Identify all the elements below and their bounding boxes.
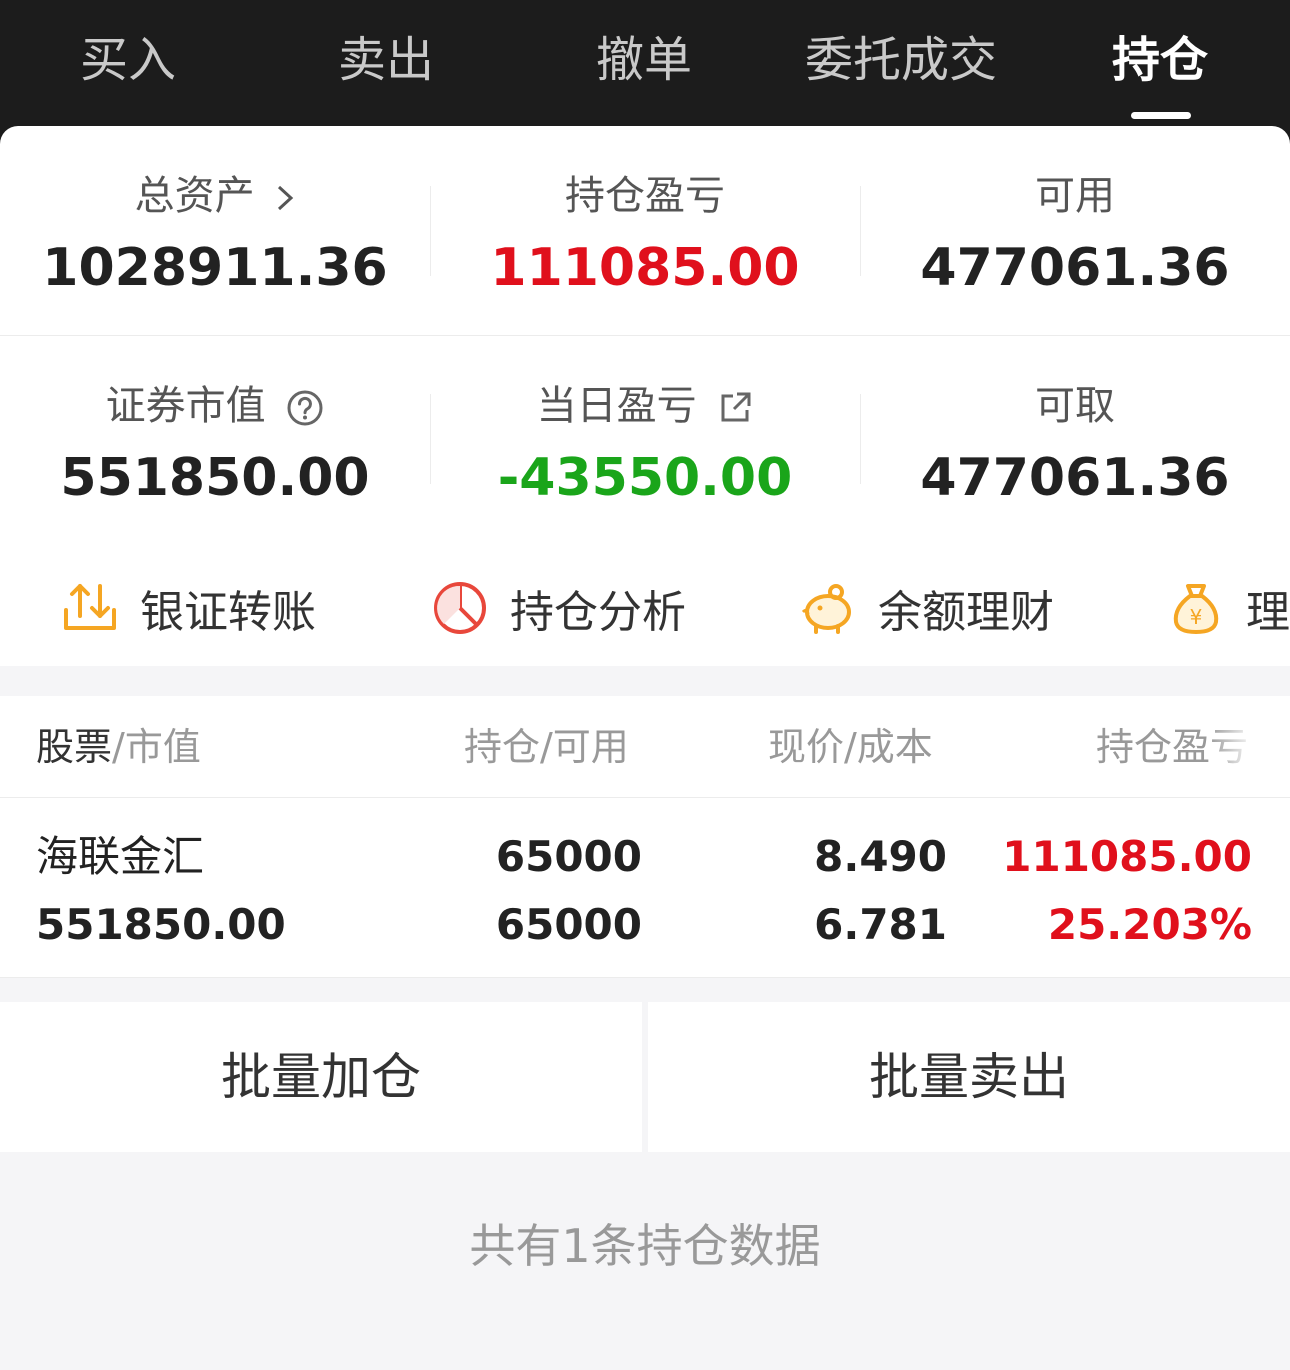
daily-pnl[interactable]: 当日盈亏 -43550.00	[430, 336, 860, 546]
available-value: 477061.36	[920, 238, 1230, 298]
tab-orders-trades[interactable]: 委托成交	[801, 30, 1001, 90]
transfer-icon	[64, 584, 116, 630]
market-value-value: 551850.00	[60, 448, 370, 508]
money-bag-icon: ¥	[1173, 584, 1219, 634]
position-analysis-label: 持仓分析	[510, 587, 686, 638]
total-assets-label: 总资产	[134, 173, 255, 219]
wealth-management-button[interactable]: ¥ 理财	[1168, 576, 1290, 640]
holdings-count-text: 共有1条持仓数据	[469, 1219, 821, 1273]
help-circle-icon[interactable]	[286, 389, 324, 427]
stock-available: 65000	[495, 900, 642, 949]
daily-pnl-value: -43550.00	[497, 448, 793, 508]
batch-add-button[interactable]: 批量加仓	[0, 1002, 642, 1152]
stock-pnl-percent: 25.203%	[1047, 900, 1252, 949]
header-price-cost: 现价/成本	[768, 725, 933, 769]
available-funds: 可用 477061.36	[860, 126, 1290, 336]
top-tab-bar: 买入 卖出 撤单 委托成交 持仓	[0, 0, 1290, 130]
withdrawable-label: 可取	[1035, 383, 1115, 429]
trading-page: 买入 卖出 撤单 委托成交 持仓 总资产 1028911.36 持仓盈亏 111…	[0, 0, 1290, 1370]
tab-cancel-order[interactable]: 撤单	[544, 30, 744, 90]
quick-actions: 银证转账 持仓分析 余额理财 ¥ 理	[0, 546, 1290, 666]
market-value-label: 证券市值	[105, 383, 266, 429]
daily-pnl-label: 当日盈亏	[536, 383, 697, 429]
summary-row-1: 总资产 1028911.36 持仓盈亏 111085.00 可用 477061.…	[0, 126, 1290, 336]
stock-market-value: 551850.00	[36, 900, 286, 949]
chevron-right-icon	[278, 185, 294, 211]
external-link-icon	[721, 392, 751, 422]
market-value: 证券市值 551850.00	[0, 336, 430, 546]
tab-sell[interactable]: 卖出	[286, 30, 486, 90]
wealth-management-label: 理财	[1246, 587, 1290, 638]
header-stock: 股票	[36, 725, 113, 769]
header-market-value: /市值	[112, 725, 201, 769]
table-row[interactable]: 海联金汇 551850.00 65000 65000 8.490 6.781 1…	[0, 798, 1290, 978]
tab-buy[interactable]: 买入	[28, 30, 228, 90]
total-assets[interactable]: 总资产 1028911.36	[0, 126, 430, 336]
header-position-pnl: 持仓盈亏	[1096, 725, 1249, 769]
section-gap	[0, 666, 1290, 696]
stock-cost: 6.781	[814, 900, 947, 949]
stock-price: 8.490	[814, 832, 947, 881]
bank-transfer-label: 银证转账	[140, 587, 316, 638]
withdrawable-funds: 可取 477061.36	[860, 336, 1290, 546]
bank-transfer-button[interactable]: 银证转账	[62, 576, 316, 640]
position-pnl: 持仓盈亏 111085.00	[430, 126, 860, 336]
header-position-available: 持仓/可用	[464, 725, 629, 769]
active-tab-indicator	[1131, 112, 1191, 119]
summary-row-2: 证券市值 551850.00 当日盈亏 -43550.00 可取 477061.…	[0, 336, 1290, 546]
pie-chart-icon	[434, 582, 486, 634]
position-pnl-value: 111085.00	[490, 238, 800, 298]
stock-pnl: 111085.00	[1002, 832, 1252, 881]
svg-text:¥: ¥	[1190, 605, 1203, 629]
holdings-table-header: 股票/市值 持仓/可用 现价/成本 持仓盈亏	[0, 696, 1290, 798]
total-assets-value: 1028911.36	[42, 238, 388, 298]
stock-position: 65000	[495, 832, 642, 881]
available-label: 可用	[1035, 173, 1115, 219]
balance-wealth-label: 余额理财	[878, 587, 1054, 638]
position-pnl-label: 持仓盈亏	[565, 173, 725, 219]
batch-sell-button[interactable]: 批量卖出	[648, 1002, 1290, 1152]
position-analysis-button[interactable]: 持仓分析	[432, 576, 686, 640]
balance-wealth-button[interactable]: 余额理财	[800, 576, 1054, 640]
piggy-bank-icon	[801, 584, 851, 634]
stock-name: 海联金汇	[36, 832, 205, 881]
tab-positions[interactable]: 持仓	[1060, 30, 1260, 90]
positions-card: 总资产 1028911.36 持仓盈亏 111085.00 可用 477061.…	[0, 126, 1290, 1370]
withdrawable-value: 477061.36	[920, 448, 1230, 508]
